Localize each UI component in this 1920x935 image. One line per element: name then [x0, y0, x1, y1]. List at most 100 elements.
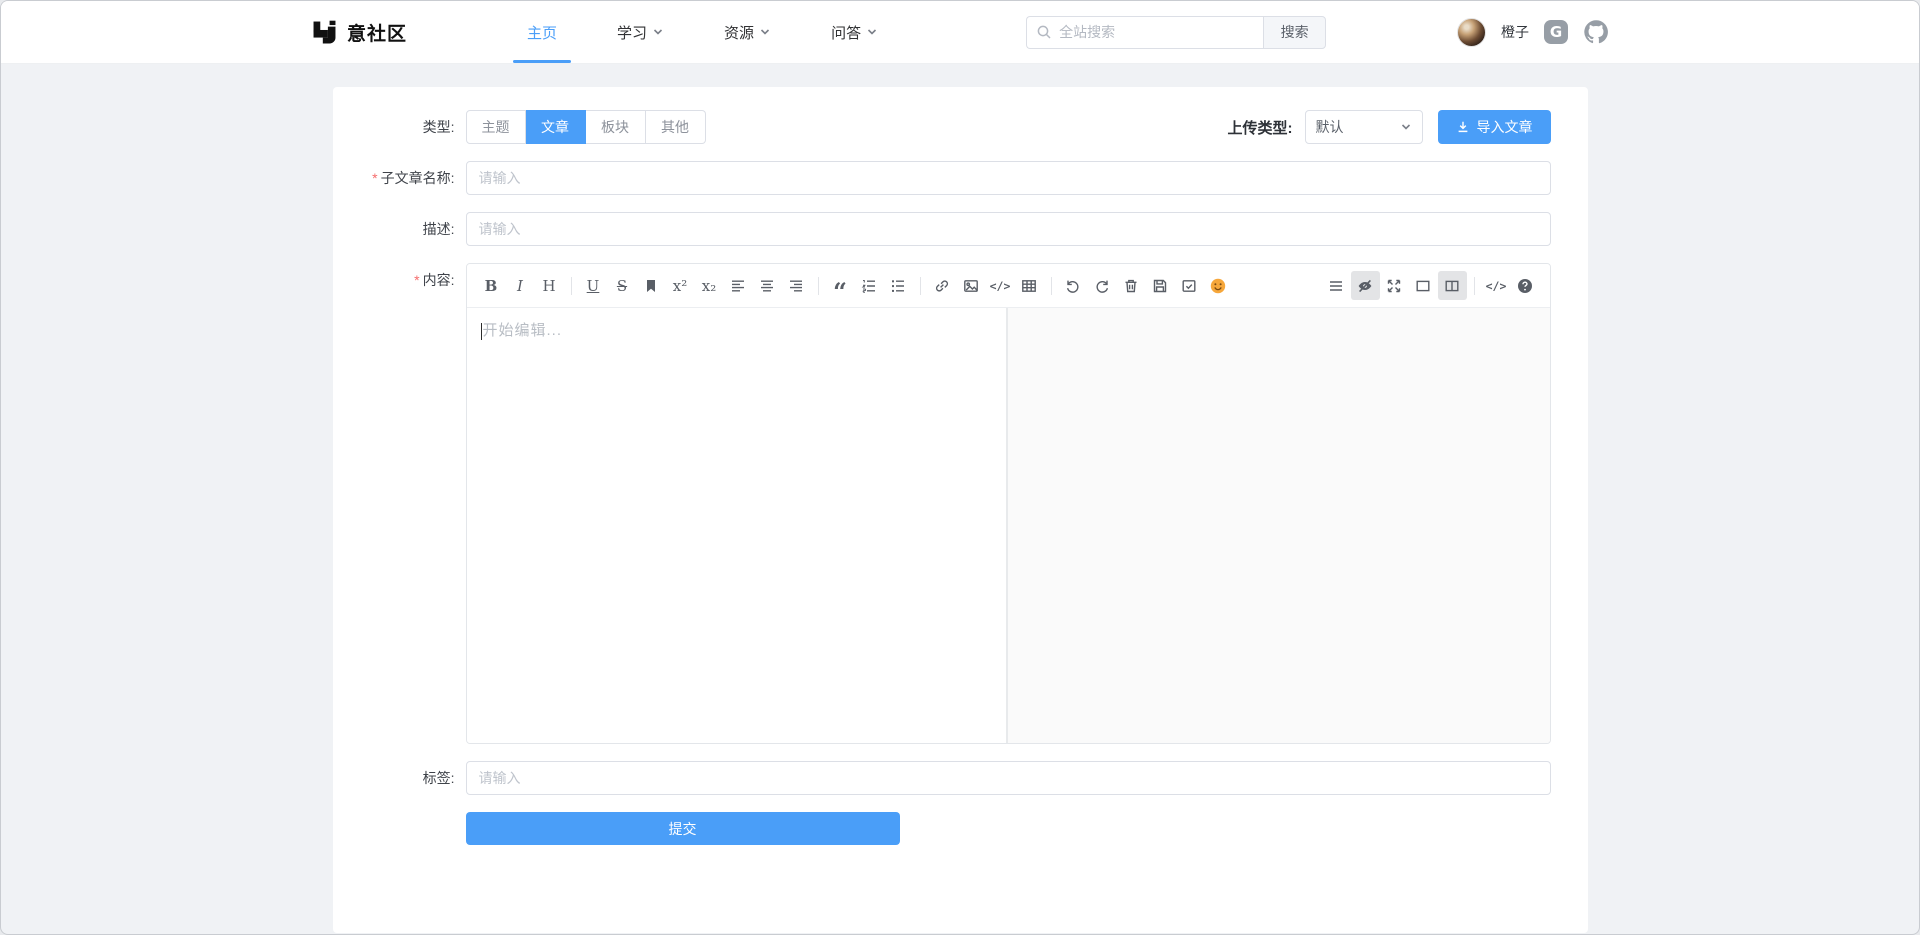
type-label: 类型: [333, 110, 466, 144]
bookmark-icon[interactable] [637, 271, 666, 300]
sub-article-name-label: *子文章名称: [333, 161, 466, 195]
check-export-icon[interactable] [1175, 271, 1204, 300]
type-option-topic[interactable]: 主题 [466, 110, 526, 144]
nav-item-resources[interactable]: 资源 [710, 1, 785, 63]
nav-item-learn[interactable]: 学习 [603, 1, 678, 63]
upload-cluster: 上传类型: 默认 导入文章 [1228, 110, 1551, 144]
link-icon[interactable] [928, 271, 957, 300]
markdown-editor: B I H U S x² x₂ [466, 263, 1551, 744]
toolbar-right-group: </> [1322, 271, 1540, 300]
search-button[interactable]: 搜索 [1263, 16, 1326, 49]
align-center-icon[interactable] [753, 271, 782, 300]
active-tab-indicator [513, 60, 571, 63]
toolbar-divider [571, 277, 572, 295]
top-navbar: 意社区 主页 学习 资源 问答 [1, 1, 1919, 64]
required-marker: * [414, 272, 419, 288]
blockquote-icon[interactable]: “ [826, 271, 855, 300]
delete-icon[interactable] [1117, 271, 1146, 300]
description-row: 描述: [333, 212, 1588, 246]
chevron-down-icon [652, 26, 664, 38]
bold-icon[interactable]: B [477, 271, 506, 300]
editor-body: 开始编辑... [467, 308, 1550, 743]
editor-input-pane[interactable]: 开始编辑... [467, 308, 1008, 743]
type-segmented-control: 主题 文章 板块 其他 [466, 110, 706, 144]
undo-icon[interactable] [1059, 271, 1088, 300]
import-article-button[interactable]: 导入文章 [1438, 110, 1551, 144]
fullscreen-icon[interactable] [1380, 271, 1409, 300]
chevron-down-icon [866, 26, 878, 38]
text-caret [481, 323, 482, 340]
subscript-icon[interactable]: x₂ [695, 271, 724, 300]
type-option-board[interactable]: 板块 [586, 110, 646, 144]
unordered-list-icon[interactable] [884, 271, 913, 300]
image-icon[interactable] [957, 271, 986, 300]
import-article-label: 导入文章 [1477, 117, 1533, 137]
toolbar-divider [920, 277, 921, 295]
sub-article-name-input[interactable] [466, 161, 1551, 195]
save-icon[interactable] [1146, 271, 1175, 300]
underline-icon[interactable]: U [579, 271, 608, 300]
code-block-icon[interactable]: </> [986, 271, 1015, 300]
align-left-icon[interactable] [724, 271, 753, 300]
preview-toggle-icon[interactable] [1351, 271, 1380, 300]
upload-type-select[interactable]: 默认 [1305, 110, 1423, 144]
superscript-icon[interactable]: x² [666, 271, 695, 300]
nav-item-qa[interactable]: 问答 [817, 1, 892, 63]
brand-logo-icon [311, 19, 338, 46]
app-window: 意社区 主页 学习 资源 问答 [0, 0, 1920, 935]
search-icon [1036, 24, 1052, 40]
submit-button[interactable]: 提交 [466, 812, 900, 845]
split-panel-icon[interactable] [1438, 271, 1467, 300]
help-icon[interactable] [1511, 271, 1540, 300]
main-nav: 主页 学习 资源 问答 [497, 1, 908, 63]
editor-preview-pane [1008, 308, 1550, 743]
italic-icon[interactable]: I [506, 271, 535, 300]
type-option-article[interactable]: 文章 [526, 110, 586, 144]
code-view-icon[interactable]: </> [1482, 271, 1511, 300]
brand[interactable]: 意社区 [311, 19, 407, 46]
nav-label: 主页 [527, 22, 557, 43]
toolbar-divider [1474, 277, 1475, 295]
emoji-icon[interactable] [1204, 271, 1233, 300]
strikethrough-icon[interactable]: S [608, 271, 637, 300]
avatar[interactable] [1457, 18, 1486, 47]
outline-icon[interactable] [1322, 271, 1351, 300]
username[interactable]: 橙子 [1501, 22, 1529, 42]
redo-icon[interactable] [1088, 271, 1117, 300]
content-label: *内容: [333, 263, 466, 744]
github-icon[interactable] [1583, 19, 1609, 45]
editor-toolbar: B I H U S x² x₂ [467, 264, 1550, 308]
upload-type-label: 上传类型: [1228, 117, 1293, 138]
nav-label: 学习 [617, 22, 647, 43]
download-icon [1456, 120, 1470, 134]
heading-icon[interactable]: H [535, 271, 564, 300]
submit-row: 提交 [333, 812, 1588, 845]
description-label: 描述: [333, 212, 466, 246]
align-right-icon[interactable] [782, 271, 811, 300]
toolbar-divider [1051, 277, 1052, 295]
description-input[interactable] [466, 212, 1551, 246]
table-icon[interactable] [1015, 271, 1044, 300]
type-option-other[interactable]: 其他 [646, 110, 706, 144]
nav-item-home[interactable]: 主页 [513, 1, 571, 63]
single-panel-icon[interactable] [1409, 271, 1438, 300]
content-row: *内容: B I H U S x² x₂ [333, 263, 1588, 744]
user-zone: 橙子 G [1457, 18, 1609, 47]
chevron-down-icon [1400, 121, 1412, 133]
chevron-down-icon [759, 26, 771, 38]
brand-name: 意社区 [347, 19, 407, 46]
ordered-list-icon[interactable] [855, 271, 884, 300]
search-input[interactable] [1026, 16, 1263, 49]
nav-label: 资源 [724, 22, 754, 43]
article-form-card: 类型: 主题 文章 板块 其他 上传类型: 默认 [333, 87, 1588, 933]
required-marker: * [372, 170, 377, 186]
toolbar-divider [818, 277, 819, 295]
editor-placeholder: 开始编辑... [483, 322, 563, 339]
sub-article-name-row: *子文章名称: [333, 161, 1588, 195]
tags-input[interactable] [466, 761, 1551, 795]
tags-label: 标签: [333, 761, 466, 795]
upload-type-value: 默认 [1316, 117, 1344, 137]
gitee-icon[interactable]: G [1544, 20, 1568, 44]
site-search: 搜索 [1026, 16, 1326, 49]
type-row: 类型: 主题 文章 板块 其他 上传类型: 默认 [333, 110, 1588, 144]
